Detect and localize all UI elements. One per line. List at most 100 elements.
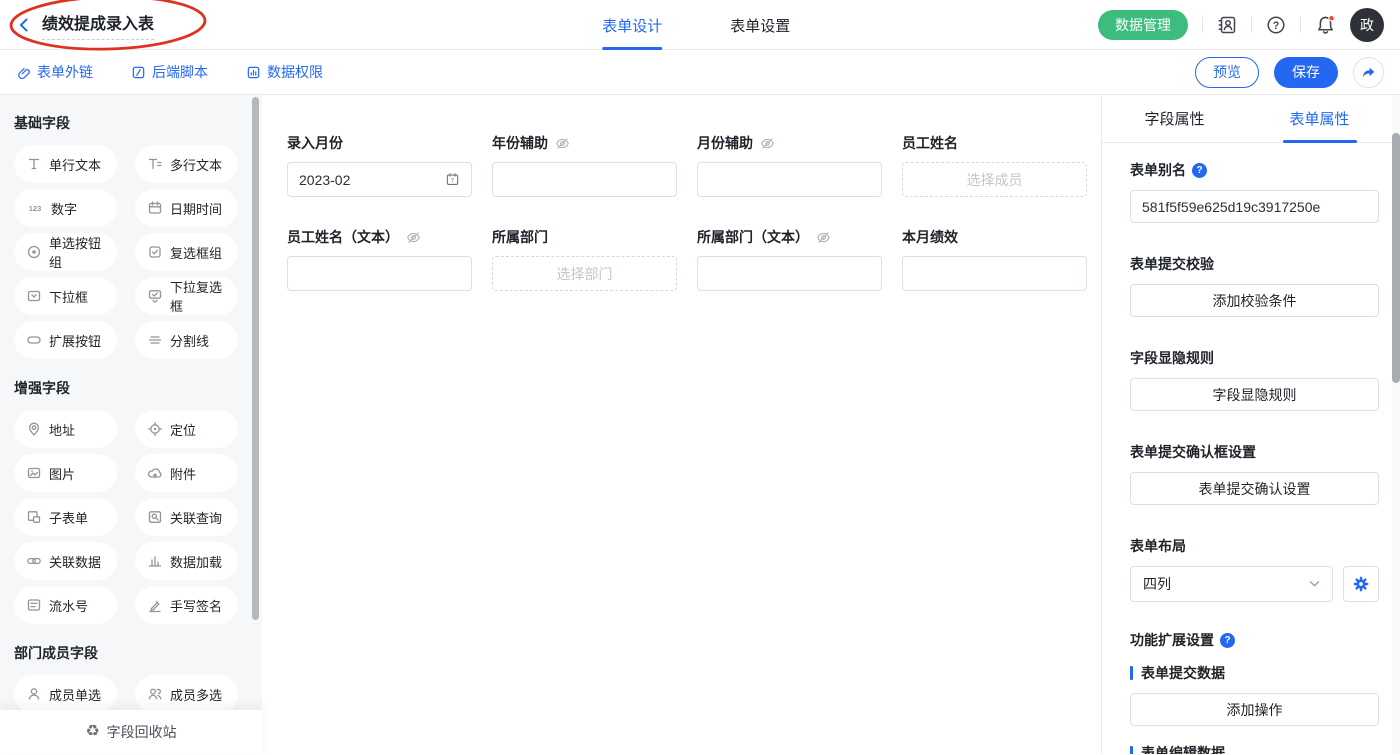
page-title[interactable]: 绩效提成录入表: [42, 10, 154, 40]
field-label: 月份辅助: [697, 133, 753, 153]
sidebar-item-member-multi[interactable]: 成员多选: [135, 675, 238, 710]
back-icon[interactable]: [16, 17, 32, 33]
month-performance-input[interactable]: [902, 256, 1087, 291]
sidebar-item-single-text[interactable]: 单行文本: [14, 145, 117, 183]
add-submit-action-button[interactable]: 添加操作: [1130, 693, 1379, 726]
layout-select[interactable]: 四列: [1130, 566, 1333, 602]
sidebar-item-location[interactable]: 定位: [135, 410, 238, 448]
field-month-helper[interactable]: 月份辅助: [697, 133, 882, 197]
single-text-icon: [26, 156, 42, 172]
month-helper-input[interactable]: [697, 162, 882, 197]
field-recycle-bin[interactable]: ♻ 字段回收站: [0, 710, 262, 754]
tab-form-settings[interactable]: 表单设置: [730, 0, 790, 50]
sidebar-item-divider[interactable]: 分割线: [135, 321, 238, 359]
backend-script-link[interactable]: 后端脚本: [131, 62, 208, 82]
department-picker[interactable]: 选择部门: [492, 256, 677, 291]
field-employee-name[interactable]: 员工姓名 选择成员: [902, 133, 1087, 197]
gear-icon: [1353, 576, 1369, 592]
sidebar-item-image[interactable]: 图片: [14, 454, 117, 492]
sidebar-item-link-query[interactable]: 关联查询: [135, 498, 238, 536]
help-icon[interactable]: ?: [1220, 633, 1235, 648]
form-design-canvas[interactable]: 录入月份 2023-02 7 年份辅助 月份辅助 员工姓名 选择成员 员工姓名（…: [262, 95, 1101, 754]
page-scrollbar[interactable]: [1392, 95, 1400, 754]
data-manage-button[interactable]: 数据管理: [1098, 10, 1188, 40]
contacts-icon[interactable]: [1217, 15, 1237, 35]
field-library-sidebar: 基础字段 单行文本 多行文本 123数字 日期时间 单选按钮组 复选框组 下拉框…: [0, 95, 262, 754]
sidebar-item-datetime[interactable]: 日期时间: [135, 189, 238, 227]
sidebar-item-signature[interactable]: 手写签名: [135, 586, 238, 624]
external-link-icon: [16, 65, 31, 80]
item-label: 成员单选: [49, 685, 101, 704]
user-avatar[interactable]: 政: [1350, 8, 1384, 42]
help-icon[interactable]: ?: [1192, 163, 1207, 178]
sidebar-item-serial-number[interactable]: 流水号: [14, 586, 117, 624]
tab-form-properties[interactable]: 表单属性: [1247, 95, 1392, 142]
sidebar-item-address[interactable]: 地址: [14, 410, 117, 448]
svg-text:123: 123: [29, 204, 42, 213]
extension-settings-label: 功能扩展设置: [1130, 630, 1214, 650]
picker-placeholder: 选择部门: [557, 264, 613, 284]
share-button[interactable]: [1353, 57, 1384, 88]
section-title-member-fields: 部门成员字段: [14, 643, 238, 663]
sidebar-item-attachment[interactable]: 附件: [135, 454, 238, 492]
add-validation-button[interactable]: 添加校验条件: [1130, 284, 1379, 317]
field-entry-month[interactable]: 录入月份 2023-02 7: [287, 133, 472, 197]
field-visibility-button[interactable]: 字段显隐规则: [1130, 378, 1379, 411]
item-label: 图片: [49, 464, 75, 483]
field-label: 本月绩效: [902, 227, 958, 247]
field-department-text[interactable]: 所属部门（文本）: [697, 227, 882, 291]
form-alias-input[interactable]: 581f5f59e625d19c3917250e: [1130, 190, 1379, 223]
sidebar-item-member-single[interactable]: 成员单选: [14, 675, 117, 710]
sidebar-item-multi-text[interactable]: 多行文本: [135, 145, 238, 183]
edit-data-group-label: 表单编辑数据: [1141, 743, 1225, 754]
item-label: 分割线: [170, 331, 209, 350]
field-label: 录入月份: [287, 133, 343, 153]
field-employee-name-text[interactable]: 员工姓名（文本）: [287, 227, 472, 291]
department-text-input[interactable]: [697, 256, 882, 291]
form-external-link[interactable]: 表单外链: [16, 62, 93, 82]
field-year-helper[interactable]: 年份辅助: [492, 133, 677, 197]
tab-field-properties[interactable]: 字段属性: [1102, 95, 1247, 142]
preview-button[interactable]: 预览: [1195, 57, 1259, 88]
item-label: 多行文本: [170, 155, 222, 174]
page-scrollbar-thumb[interactable]: [1392, 133, 1400, 383]
year-helper-input[interactable]: [492, 162, 677, 197]
sidebar-item-radio-group[interactable]: 单选按钮组: [14, 233, 117, 271]
employee-name-text-input[interactable]: [287, 256, 472, 291]
employee-name-picker[interactable]: 选择成员: [902, 162, 1087, 197]
member-multi-icon: [147, 686, 163, 702]
tab-form-design[interactable]: 表单设计: [602, 0, 662, 50]
item-label: 单行文本: [49, 155, 101, 174]
sidebar-item-checkbox-group[interactable]: 复选框组: [135, 233, 238, 271]
submit-confirm-button[interactable]: 表单提交确认设置: [1130, 472, 1379, 505]
item-label: 附件: [170, 464, 196, 483]
link-label: 表单外链: [37, 62, 93, 82]
item-label: 复选框组: [170, 243, 222, 262]
item-label: 数据加载: [170, 552, 222, 571]
field-label: 员工姓名（文本）: [287, 227, 399, 247]
save-button[interactable]: 保存: [1274, 57, 1338, 88]
picker-placeholder: 选择成员: [967, 170, 1023, 190]
data-permission-link[interactable]: 数据权限: [246, 62, 323, 82]
data-permission-icon: [246, 65, 261, 80]
field-department[interactable]: 所属部门 选择部门: [492, 227, 677, 291]
notification-bell-icon[interactable]: [1315, 14, 1336, 35]
sidebar-item-multi-select[interactable]: 下拉复选框: [135, 277, 238, 315]
help-icon[interactable]: ?: [1266, 15, 1286, 35]
eye-off-icon: [406, 230, 421, 245]
item-label: 下拉框: [49, 287, 88, 306]
properties-panel: 字段属性 表单属性 表单别名? 581f5f59e625d19c3917250e…: [1101, 95, 1392, 754]
divider: [1202, 17, 1203, 33]
entry-month-input[interactable]: 2023-02 7: [287, 162, 472, 197]
sidebar-item-number[interactable]: 123数字: [14, 189, 117, 227]
sidebar-item-link-data[interactable]: 关联数据: [14, 542, 117, 580]
sidebar-item-data-load[interactable]: 数据加载: [135, 542, 238, 580]
sidebar-item-subform[interactable]: 子表单: [14, 498, 117, 536]
field-month-performance[interactable]: 本月绩效: [902, 227, 1087, 291]
item-label: 下拉复选框: [170, 277, 226, 315]
sidebar-item-ext-button[interactable]: 扩展按钮: [14, 321, 117, 359]
layout-settings-button[interactable]: [1343, 566, 1379, 602]
form-layout-label: 表单布局: [1130, 536, 1186, 556]
sidebar-item-select[interactable]: 下拉框: [14, 277, 117, 315]
sidebar-scrollbar[interactable]: [252, 97, 259, 620]
